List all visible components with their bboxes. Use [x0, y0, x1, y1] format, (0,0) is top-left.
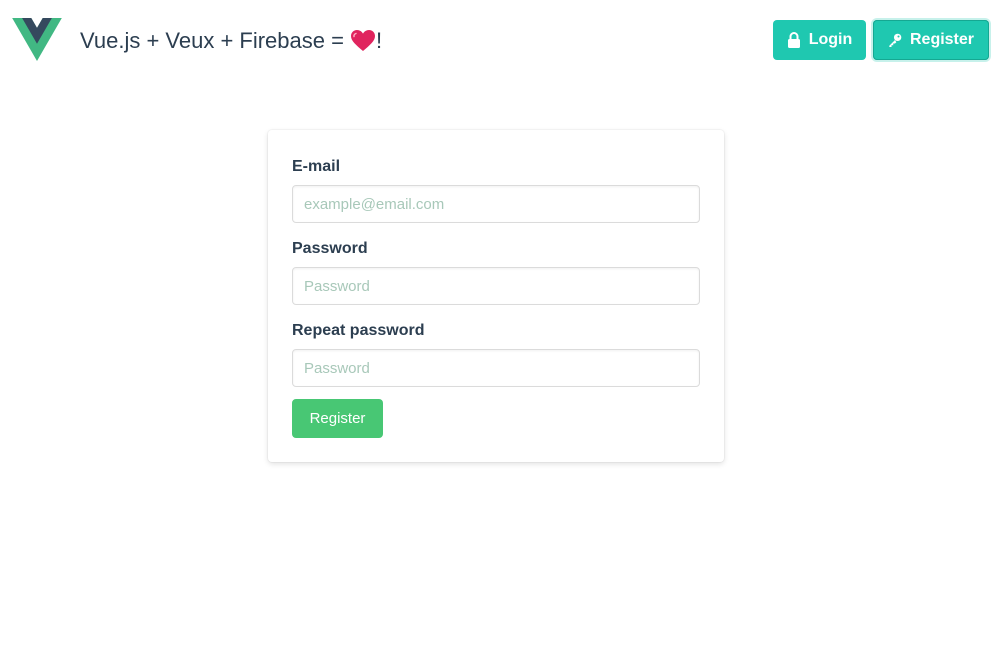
- email-field[interactable]: [292, 185, 700, 223]
- app-title-suffix: !: [375, 28, 383, 53]
- lock-icon: [787, 32, 800, 48]
- repeat-password-label: Repeat password: [292, 322, 425, 339]
- email-label: E-mail: [292, 158, 341, 175]
- key-icon: [889, 33, 902, 47]
- app-title: Vue.js + Veux + Firebase = !: [80, 27, 382, 55]
- vue-logo-icon[interactable]: [12, 18, 62, 61]
- register-submit-button[interactable]: Register: [292, 399, 383, 438]
- login-button-label: Login: [808, 31, 853, 48]
- register-nav-button[interactable]: Register: [873, 20, 989, 60]
- navbar: Vue.js + Veux + Firebase = ! Login Regis…: [0, 0, 1000, 82]
- app-title-text: Vue.js + Veux + Firebase =: [80, 28, 344, 53]
- login-button[interactable]: Login: [773, 20, 866, 60]
- password-label: Password: [292, 240, 368, 257]
- register-form-card: E-mail Password Repeat password Register: [268, 130, 724, 462]
- register-nav-button-label: Register: [909, 31, 975, 48]
- heart-icon: [350, 30, 375, 51]
- repeat-password-field[interactable]: [292, 349, 700, 387]
- password-field[interactable]: [292, 267, 700, 305]
